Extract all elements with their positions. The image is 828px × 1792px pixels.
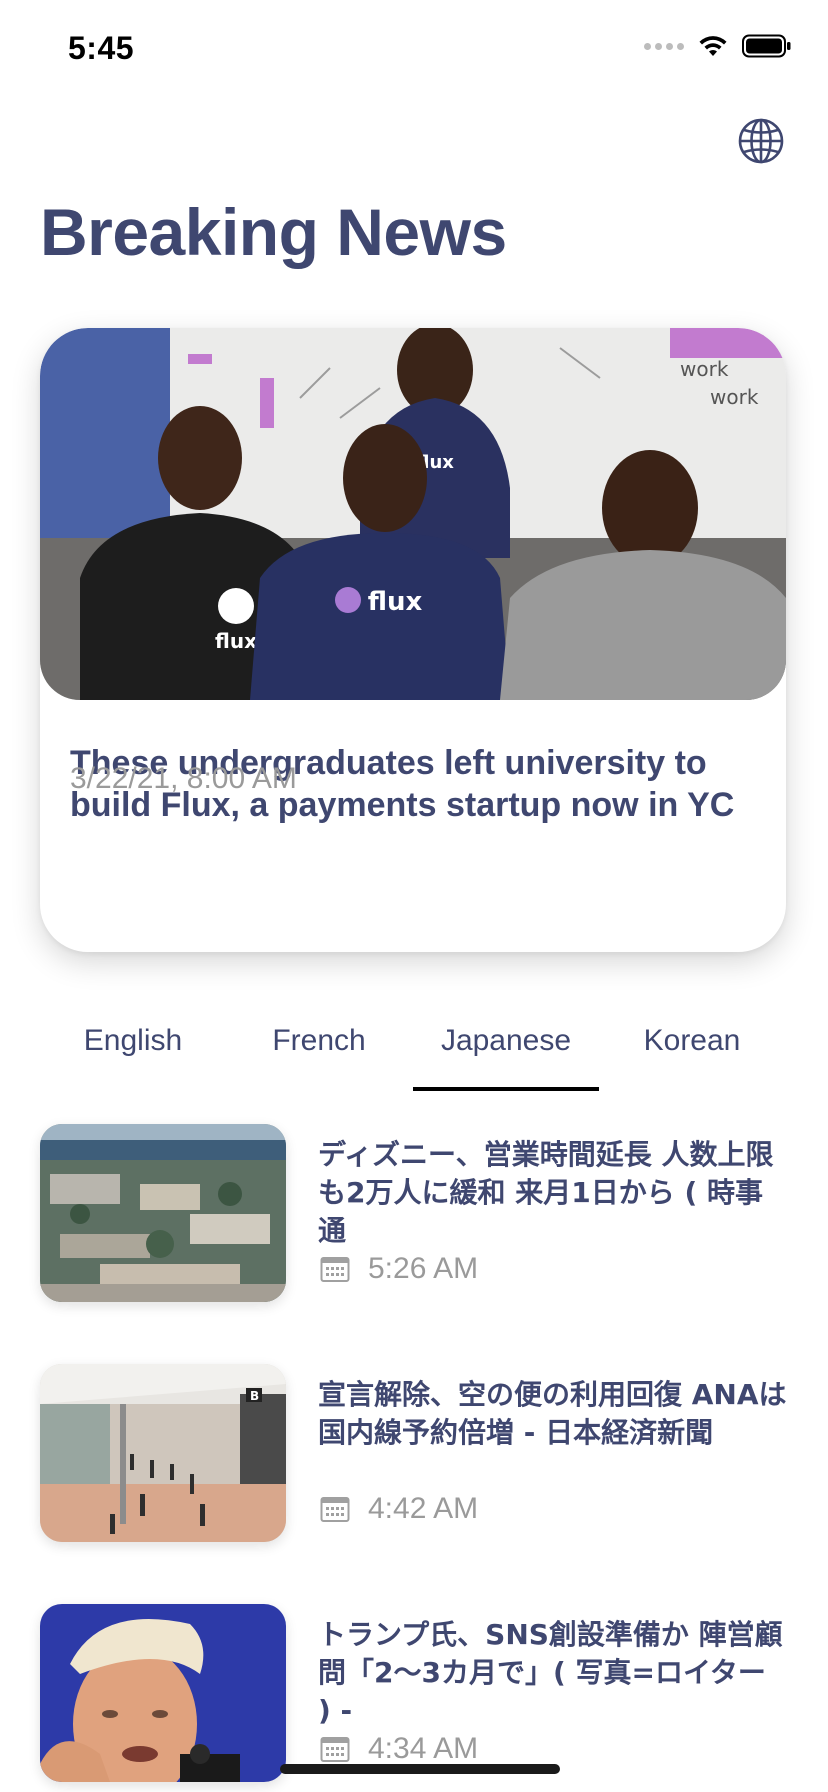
shirt-text-center: flux	[368, 587, 423, 617]
globe-icon	[738, 118, 784, 164]
article-title: ディズニー、営業時間延長 人数上限も2万人に緩和 来月1日から ( 時事通	[318, 1138, 774, 1247]
status-bar: 5:45	[0, 0, 828, 100]
article-meta: 4:42 AM	[320, 1492, 478, 1526]
tab-korean[interactable]: Korean	[599, 1024, 785, 1058]
article-thumbnail: B	[40, 1364, 286, 1542]
svg-text:B: B	[250, 1389, 259, 1403]
page-title: Breaking News	[40, 195, 507, 269]
list-item[interactable]: B 宣言解除、空の便の利用回復 ANAは国内線予約倍増 - 日本経済新聞 4:4…	[40, 1364, 787, 1544]
board-text-1: work	[680, 357, 729, 381]
article-meta: 5:26 AM	[320, 1252, 478, 1286]
language-globe-button[interactable]	[736, 116, 786, 166]
calendar-icon	[320, 1497, 350, 1522]
wifi-icon	[699, 36, 727, 56]
article-title: トランプ氏、SNS創設準備か 陣営顧問「2～3カ月で」( 写真=ロイター ) -	[318, 1618, 783, 1727]
list-item[interactable]: トランプ氏、SNS創設準備か 陣営顧問「2～3カ月で」( 写真=ロイター ) -…	[40, 1604, 786, 1784]
tab-french[interactable]: French	[226, 1024, 412, 1058]
language-tabs: English French Japanese Korean	[40, 1010, 786, 1091]
featured-article-card[interactable]: work work flux flux flux These undergrad…	[40, 328, 786, 952]
article-thumbnail	[40, 1604, 286, 1782]
article-time: 4:42 AM	[368, 1492, 479, 1525]
shirt-text-left: flux	[215, 629, 257, 653]
tab-japanese[interactable]: Japanese	[413, 1024, 599, 1058]
battery-icon	[742, 34, 791, 58]
article-time: 5:26 AM	[368, 1252, 479, 1285]
status-time: 5:45	[68, 30, 135, 66]
selected-tab-indicator	[413, 1087, 599, 1091]
calendar-icon	[320, 1737, 350, 1762]
home-indicator[interactable]	[280, 1764, 560, 1774]
featured-article-image: work work flux flux flux	[40, 328, 786, 700]
article-meta: 4:34 AM	[320, 1732, 478, 1766]
board-text-2: work	[710, 385, 759, 409]
list-item[interactable]: ディズニー、営業時間延長 人数上限も2万人に緩和 来月1日から ( 時事通 5:…	[40, 1124, 786, 1304]
article-title: 宣言解除、空の便の利用回復 ANAは国内線予約倍増 - 日本経済新聞	[318, 1378, 787, 1449]
cellular-signal-icon	[644, 42, 684, 50]
tab-english[interactable]: English	[40, 1024, 226, 1058]
article-thumbnail	[40, 1124, 286, 1302]
status-icons	[644, 34, 792, 58]
article-time: 4:34 AM	[368, 1732, 479, 1765]
calendar-icon	[320, 1257, 350, 1282]
featured-article-date: 3/22/21, 8:00 AM	[70, 762, 297, 795]
